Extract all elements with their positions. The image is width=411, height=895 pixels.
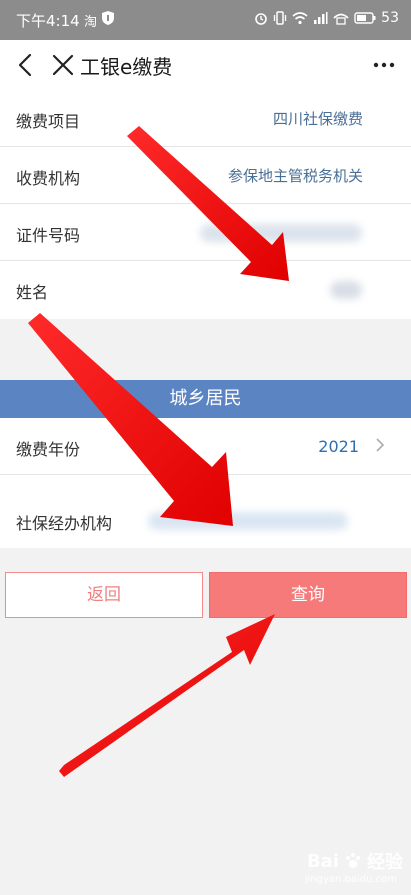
payment-form: 缴费项目 四川社保缴费 收费机构 参保地主管税务机关 证件号码 姓名 <box>0 90 411 319</box>
alarm-icon <box>255 13 267 25</box>
back-button[interactable]: 返回 <box>5 572 203 618</box>
redacted-id-number <box>200 224 362 242</box>
query-button[interactable]: 查询 <box>209 572 407 618</box>
year-value: 2021 <box>318 437 359 456</box>
hd-icon <box>333 13 349 25</box>
battery-icon <box>354 12 376 24</box>
page-title: 工银e缴费 <box>80 55 173 79</box>
status-icons: 53 <box>254 10 399 26</box>
watermark-brand: Bai <box>306 850 339 872</box>
paw-icon <box>346 853 360 868</box>
form-row-collecting-agency[interactable]: 收费机构 参保地主管税务机关 <box>0 147 411 204</box>
form-row-name[interactable]: 姓名 <box>0 261 411 318</box>
form-value: 参保地主管税务机关 <box>227 167 363 185</box>
app-header: 工银e缴费 <box>0 40 411 90</box>
battery-level: 53 <box>381 10 399 26</box>
signal-icon <box>314 12 328 24</box>
form-label: 收费机构 <box>16 169 81 188</box>
arrow-annotation <box>59 614 275 777</box>
form-label: 证件号码 <box>16 226 81 245</box>
vibrate-icon <box>274 11 287 25</box>
back-arrow-icon[interactable] <box>14 52 40 78</box>
redacted-agency <box>148 512 348 530</box>
taobao-icon: 淘 <box>84 15 98 30</box>
insurance-info: 缴费年份 2021 社保经办机构 <box>0 418 411 548</box>
more-icon[interactable] <box>369 52 399 78</box>
close-icon[interactable] <box>50 52 76 78</box>
wifi-icon <box>292 12 308 25</box>
agency-label: 社保经办机构 <box>16 514 113 533</box>
form-value: 四川社保缴费 <box>272 110 363 128</box>
section-header: 城乡居民 <box>0 380 411 418</box>
shield-icon <box>102 11 114 25</box>
form-label: 姓名 <box>16 283 49 302</box>
insurance-agency-row[interactable]: 社保经办机构 <box>0 492 411 548</box>
watermark-suffix: 经验 <box>367 852 403 873</box>
status-bar: 下午4:14 淘 53 <box>0 0 411 40</box>
chevron-right-icon <box>376 438 385 452</box>
watermark-url: jingyan.baidu.com <box>304 874 397 885</box>
payment-year-row[interactable]: 缴费年份 2021 <box>0 418 411 475</box>
status-time: 下午4:14 <box>16 12 80 30</box>
redacted-name <box>330 281 362 299</box>
form-row-id-number[interactable]: 证件号码 <box>0 204 411 261</box>
form-row-payment-item[interactable]: 缴费项目 四川社保缴费 <box>0 90 411 147</box>
baidu-watermark: Bai 经验 <box>307 848 403 874</box>
year-label: 缴费年份 <box>16 440 81 459</box>
form-label: 缴费项目 <box>16 112 81 131</box>
